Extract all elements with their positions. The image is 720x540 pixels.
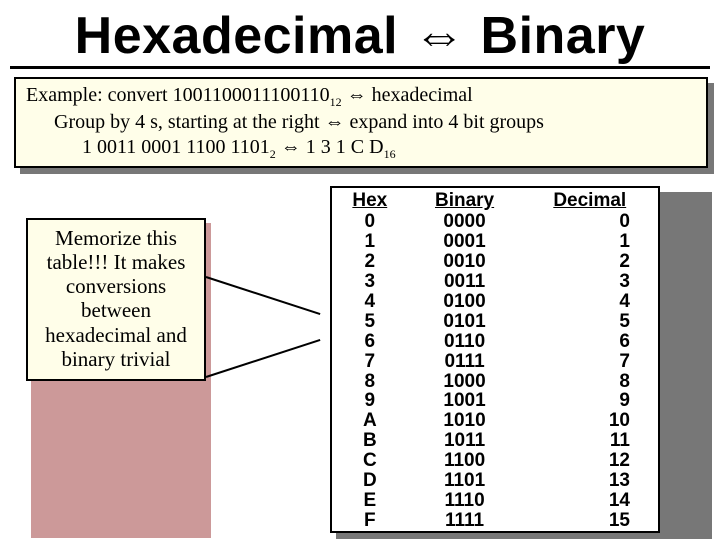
table-row: E111014	[331, 491, 659, 511]
page-title: Hexadecimal ⇔ Binary	[10, 0, 710, 69]
cell-binary: 1010	[408, 411, 522, 431]
conversion-table: Hex Binary Decimal 000000100011200102300…	[330, 186, 660, 533]
subscript: 12	[330, 95, 342, 109]
table-row: 100011	[331, 232, 659, 252]
table-header-row: Hex Binary Decimal	[331, 187, 659, 212]
cell-hex: E	[331, 491, 408, 511]
cell-binary: 1011	[408, 431, 522, 451]
table-row: F111115	[331, 511, 659, 532]
example-content: Example: convert 100110001110011012 ⇔ he…	[14, 77, 708, 168]
subscript: 16	[384, 147, 396, 161]
cell-decimal: 14	[522, 491, 660, 511]
cell-decimal: 9	[522, 391, 660, 411]
text: Example: convert 1001100011100110	[26, 84, 330, 106]
cell-binary: 0000	[408, 212, 522, 232]
cell-hex: 3	[331, 272, 408, 292]
table-row: 601106	[331, 332, 659, 352]
cell-binary: 1100	[408, 451, 522, 471]
cell-hex: 5	[331, 312, 408, 332]
table-row: 000000	[331, 212, 659, 232]
cell-hex: 6	[331, 332, 408, 352]
lower-section: Memorize this table!!! It makes conversi…	[0, 186, 720, 533]
col-decimal: Decimal	[522, 187, 660, 212]
conversion-table-wrap: Hex Binary Decimal 000000100011200102300…	[330, 186, 706, 533]
cell-binary: 1111	[408, 511, 522, 532]
col-binary: Binary	[408, 187, 522, 212]
text: 1 0011 0001 1100 1101	[82, 136, 270, 158]
cell-decimal: 12	[522, 451, 660, 471]
cell-hex: 4	[331, 292, 408, 312]
cell-decimal: 10	[522, 411, 660, 431]
cell-decimal: 5	[522, 312, 660, 332]
memo-box: Memorize this table!!! It makes conversi…	[26, 218, 206, 533]
cell-hex: B	[331, 431, 408, 451]
cell-decimal: 11	[522, 431, 660, 451]
cell-binary: 0111	[408, 352, 522, 372]
cell-decimal: 15	[522, 511, 660, 532]
cell-hex: 7	[331, 352, 408, 372]
cell-binary: 0101	[408, 312, 522, 332]
cell-decimal: 7	[522, 352, 660, 372]
cell-binary: 0100	[408, 292, 522, 312]
table-row: 300113	[331, 272, 659, 292]
table-row: B101111	[331, 431, 659, 451]
text: ⇔ 1 3 1 C D	[276, 136, 384, 158]
cell-binary: 0010	[408, 252, 522, 272]
text: ⇔ hexadecimal	[342, 84, 473, 106]
example-box: Example: convert 100110001110011012 ⇔ he…	[14, 77, 708, 168]
cell-hex: C	[331, 451, 408, 471]
cell-binary: 0001	[408, 232, 522, 252]
table-row: C110012	[331, 451, 659, 471]
cell-binary: 0011	[408, 272, 522, 292]
cell-decimal: 1	[522, 232, 660, 252]
cell-hex: 2	[331, 252, 408, 272]
cell-hex: F	[331, 511, 408, 532]
cell-hex: D	[331, 471, 408, 491]
table-row: 810008	[331, 372, 659, 392]
example-line-2: Group by 4 s, starting at the right ⇔ ex…	[26, 110, 696, 135]
cell-binary: 1001	[408, 391, 522, 411]
cell-decimal: 4	[522, 292, 660, 312]
cell-hex: 8	[331, 372, 408, 392]
example-line-1: Example: convert 100110001110011012 ⇔ he…	[26, 83, 696, 110]
connector-lines	[206, 306, 326, 533]
example-line-3: 1 0011 0001 1100 11012 ⇔ 1 3 1 C D16	[26, 135, 696, 162]
cell-decimal: 13	[522, 471, 660, 491]
cell-hex: 0	[331, 212, 408, 232]
table-row: 701117	[331, 352, 659, 372]
title-left: Hexadecimal	[75, 7, 398, 65]
cell-binary: 1000	[408, 372, 522, 392]
double-arrow-icon: ⇔	[413, 7, 466, 65]
cell-decimal: 0	[522, 212, 660, 232]
cell-decimal: 6	[522, 332, 660, 352]
cell-binary: 1101	[408, 471, 522, 491]
table-row: D110113	[331, 471, 659, 491]
table-row: 200102	[331, 252, 659, 272]
cell-decimal: 8	[522, 372, 660, 392]
table-row: 501015	[331, 312, 659, 332]
cell-hex: 1	[331, 232, 408, 252]
table-row: 401004	[331, 292, 659, 312]
table-row: 910019	[331, 391, 659, 411]
col-hex: Hex	[331, 187, 408, 212]
table-row: A101010	[331, 411, 659, 431]
title-right: Binary	[481, 7, 646, 65]
cell-decimal: 3	[522, 272, 660, 292]
cell-decimal: 2	[522, 252, 660, 272]
cell-hex: 9	[331, 391, 408, 411]
memo-text: Memorize this table!!! It makes conversi…	[26, 218, 206, 381]
cell-hex: A	[331, 411, 408, 431]
cell-binary: 1110	[408, 491, 522, 511]
cell-binary: 0110	[408, 332, 522, 352]
